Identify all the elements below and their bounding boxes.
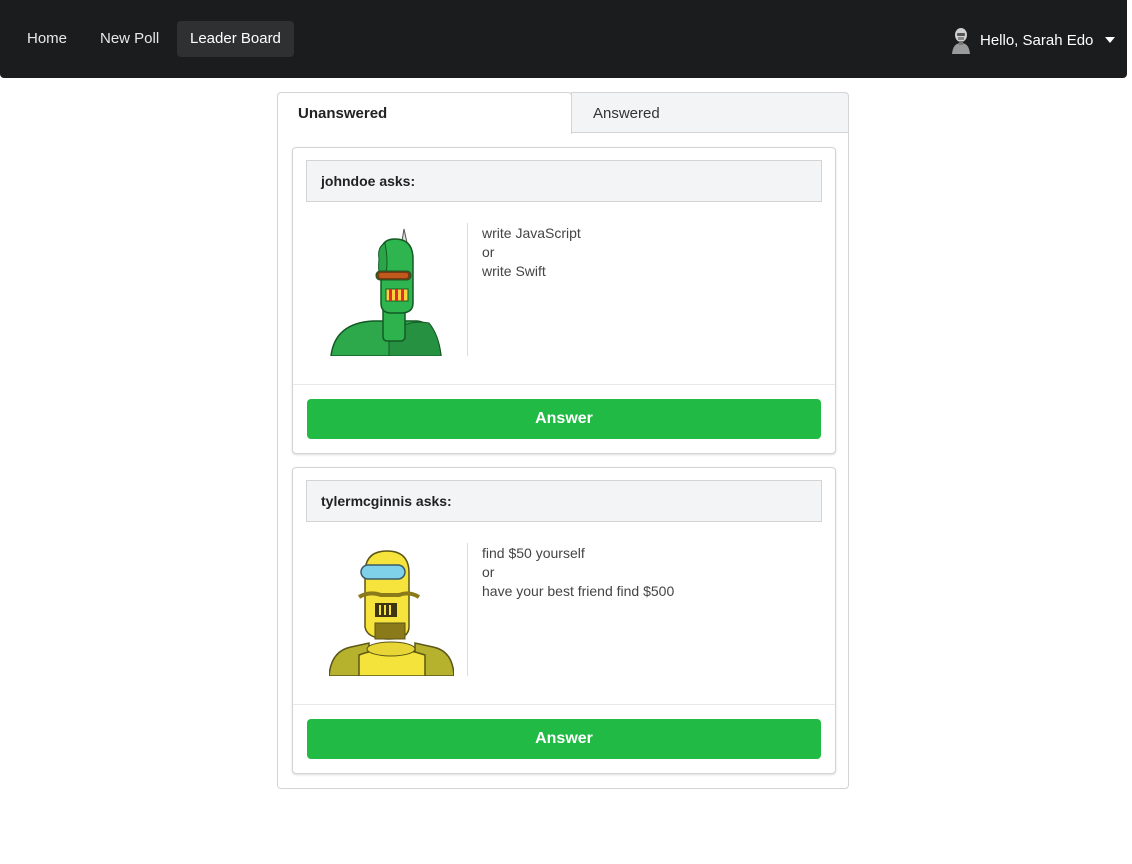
- nav-home-link[interactable]: Home: [14, 21, 80, 57]
- question-card: tylermcginnis asks: find $50 yourself or…: [292, 467, 836, 774]
- yellow-robot-icon: [329, 543, 454, 676]
- top-navbar: Home New Poll Leader Board Hello, Sarah …: [0, 0, 1127, 78]
- chevron-down-icon: [1105, 37, 1116, 43]
- question-asker: johndoe asks:: [306, 160, 822, 202]
- question-options: write JavaScript or write Swift: [482, 224, 581, 281]
- question-options: find $50 yourself or have your best frie…: [482, 544, 674, 601]
- questions-panel: Unanswered Answered johndoe asks: write …: [277, 92, 849, 789]
- user-menu-dropdown[interactable]: Hello, Sarah Edo: [950, 26, 1116, 54]
- card-divider: [293, 384, 835, 385]
- user-greeting: Hello, Sarah Edo: [980, 31, 1094, 49]
- card-divider: [293, 704, 835, 705]
- answer-button[interactable]: Answer: [307, 399, 821, 439]
- option-two: have your best friend find $500: [482, 583, 675, 599]
- question-card: johndoe asks: write JavaScript or write …: [292, 147, 836, 454]
- tab-answered[interactable]: Answered: [571, 92, 849, 133]
- option-separator: or: [482, 564, 495, 580]
- option-separator: or: [482, 244, 495, 260]
- vertical-divider: [467, 223, 468, 356]
- green-robot-icon: [329, 223, 454, 356]
- tab-content: johndoe asks: write JavaScript or write …: [277, 133, 849, 789]
- tab-unanswered[interactable]: Unanswered: [277, 92, 572, 134]
- user-avatar-icon: [952, 28, 970, 54]
- option-one: write JavaScript: [482, 225, 581, 241]
- question-asker: tylermcginnis asks:: [306, 480, 822, 522]
- option-one: find $50 yourself: [482, 545, 585, 561]
- vertical-divider: [467, 543, 468, 676]
- nav-leader-board-link[interactable]: Leader Board: [177, 21, 294, 57]
- option-two: write Swift: [482, 263, 546, 279]
- nav-new-poll-link[interactable]: New Poll: [87, 21, 172, 57]
- answer-button[interactable]: Answer: [307, 719, 821, 759]
